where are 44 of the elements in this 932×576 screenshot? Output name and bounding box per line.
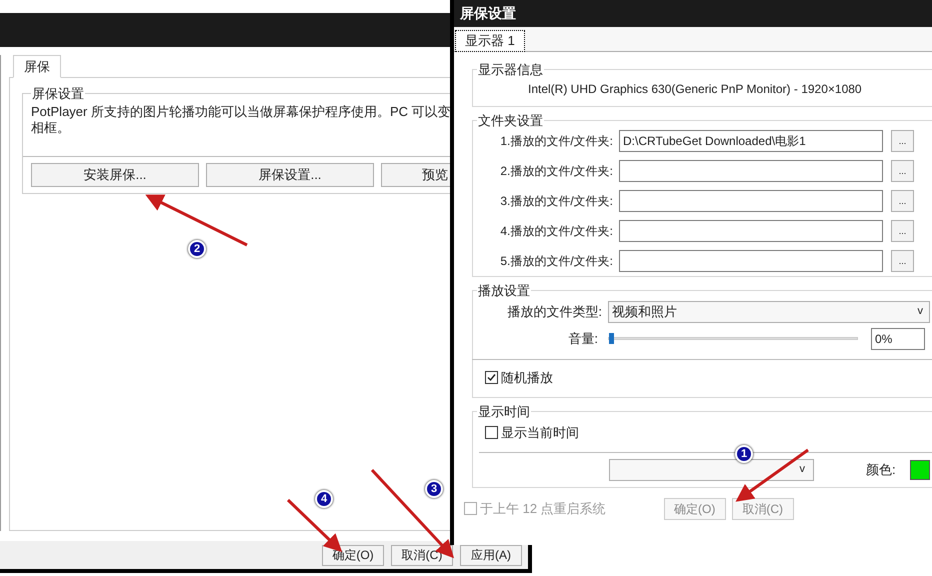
checkbox[interactable] [485, 426, 498, 439]
group-title: 显示器信息 [477, 61, 544, 79]
group-title: 文件夹设置 [477, 112, 544, 130]
path-field[interactable]: D:\CRTubeGet Downloaded\电影1 [619, 130, 883, 152]
tab[interactable]: 屏保 [13, 55, 61, 78]
browse-button[interactable]: ... [891, 160, 914, 182]
dialog-button[interactable]: 确定(O) [322, 544, 384, 566]
monitor-info-text: Intel(R) UHD Graphics 630(Generic PnP Monitor) - 1920×1080 [527, 80, 862, 98]
tab[interactable]: 显示器 1 [455, 30, 525, 52]
field-label: 3.播放的文件/文件夹: [499, 193, 614, 210]
dialog-button[interactable]: 应用(A) [460, 544, 522, 566]
field-label: 5.播放的文件/文件夹: [499, 253, 614, 270]
field-label: 1.播放的文件/文件夹: [499, 133, 614, 150]
checkbox-label: 于上午 12 点重启系统 [480, 500, 606, 518]
field-label: 播放的文件类型: [506, 302, 603, 321]
field-label: 颜色: [866, 460, 896, 479]
field-label: 2.播放的文件/文件夹: [499, 163, 614, 180]
slider-thumb[interactable] [609, 333, 614, 344]
field-label: 4.播放的文件/文件夹: [499, 223, 614, 240]
path-field[interactable] [619, 190, 883, 212]
browse-button[interactable]: ... [891, 220, 914, 242]
window-title: 屏保设置 [454, 0, 932, 27]
description-text: PotPlayer 所支持的图片轮播功能可以当做屏幕保护程序使用。PC 可以变 [31, 104, 451, 120]
dialog-button[interactable]: 屏保设置... [206, 162, 374, 186]
checkbox-label: 随机播放 [501, 368, 553, 386]
browse-button[interactable]: ... [891, 190, 914, 212]
color-swatch[interactable] [910, 460, 930, 480]
checkbox[interactable] [485, 370, 498, 384]
description-text: 相框。 [31, 120, 70, 136]
volume-field[interactable]: 0% [871, 328, 925, 350]
checkbox-label: 显示当前时间 [501, 424, 579, 442]
path-field[interactable] [619, 160, 883, 182]
path-field[interactable] [619, 220, 883, 242]
dialog-button[interactable]: 安装屏保... [31, 162, 199, 186]
browse-button[interactable]: ... [891, 130, 914, 152]
time-format-dropdown[interactable]: v [609, 458, 814, 480]
checkbox[interactable] [464, 502, 477, 515]
path-field[interactable] [619, 250, 883, 272]
group-title: 屏保设置 [31, 85, 85, 103]
browse-button[interactable]: ... [891, 250, 914, 272]
group-title: 播放设置 [477, 282, 531, 300]
file-type-dropdown[interactable]: 视频和照片 v [608, 300, 930, 322]
group-title: 显示时间 [477, 403, 531, 421]
field-label: 音量: [567, 330, 599, 348]
